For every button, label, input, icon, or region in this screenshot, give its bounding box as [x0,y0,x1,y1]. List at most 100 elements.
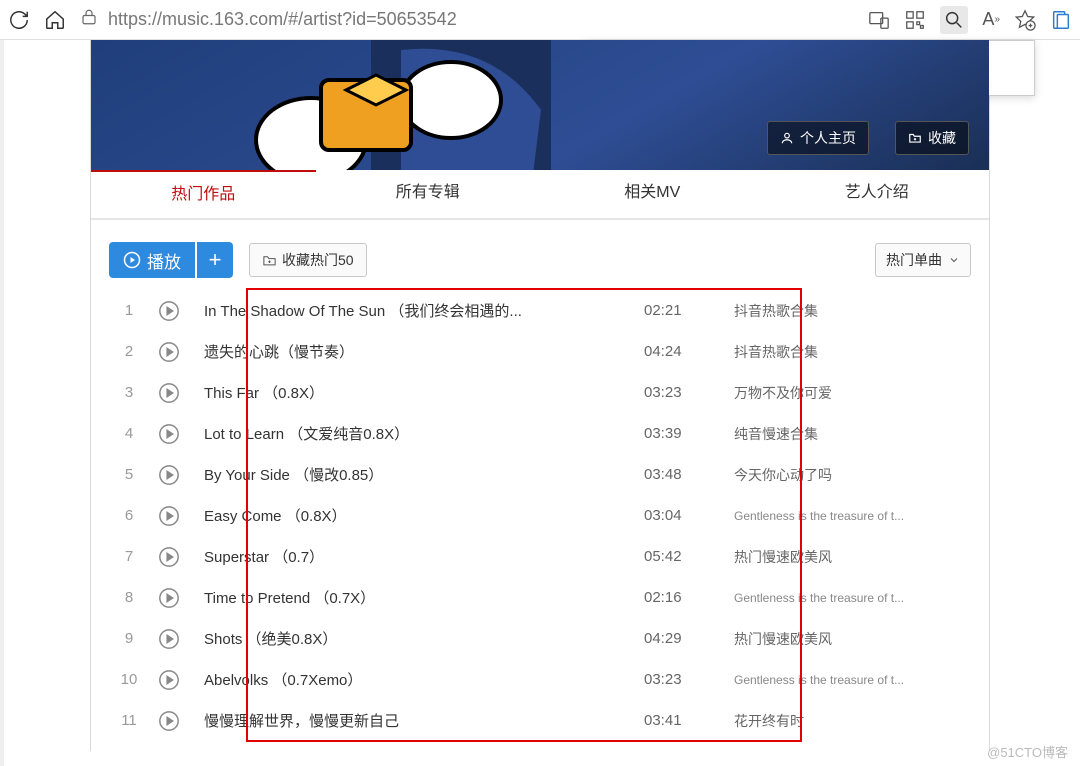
table-row[interactable]: 9Shots （绝美0.8X）04:29热门慢速欧美风 [109,618,971,659]
row-play-button[interactable] [149,505,189,527]
song-title[interactable]: Lot to Learn （文爱纯音0.8X） [189,423,604,444]
tab-popular[interactable]: 热门作品 [91,169,316,218]
table-row[interactable]: 5 By Your Side （慢改0.85）03:48今天你心动了吗 [109,454,971,495]
row-play-button[interactable] [149,423,189,445]
song-album[interactable]: 万物不及你可爱 [714,383,971,403]
row-play-button[interactable] [149,628,189,650]
person-icon [780,131,794,145]
song-title[interactable]: 慢慢理解世界，慢慢更新自己 [189,710,604,731]
song-title[interactable]: By Your Side （慢改0.85） [189,464,604,485]
song-title[interactable]: Abelvolks （0.7Xemo） [189,669,604,690]
play-circle-icon [158,628,180,650]
play-all-button[interactable]: 播放 [109,242,195,278]
qr-icon[interactable] [904,9,926,31]
browser-toolbar: https://music.163.com/#/artist?id=506535… [0,0,1080,40]
collect-hot-button[interactable]: 收藏热门50 [249,243,367,277]
song-album[interactable]: 抖音热歌合集 [714,342,971,362]
address-bar[interactable]: https://music.163.com/#/artist?id=506535… [80,8,854,31]
tab-intro[interactable]: 艺人介绍 [765,170,990,218]
row-play-button[interactable] [149,464,189,486]
tab-albums[interactable]: 所有专辑 [316,170,541,218]
refresh-icon[interactable] [8,9,30,31]
artist-main: 个人主页 收藏 热门作品 所有专辑 相关MV 艺人介绍 播放 + 收藏热门50 [90,40,990,751]
left-strip [0,40,4,766]
homepage-button[interactable]: 个人主页 [767,121,869,155]
artist-tabs: 热门作品 所有专辑 相关MV 艺人介绍 [91,170,989,220]
favorite-label: 收藏 [928,128,956,148]
hot-single-dropdown[interactable]: 热门单曲 [875,243,971,277]
song-album[interactable]: Gentleness is the treasure of t... [714,591,971,605]
song-title[interactable]: This Far （0.8X） [189,382,604,403]
table-row[interactable]: 2遗失的心跳（慢节奏）04:24抖音热歌合集 [109,331,971,372]
song-duration: 03:23 [604,384,714,401]
row-index: 6 [109,507,149,524]
song-title[interactable]: 遗失的心跳（慢节奏） [189,341,604,362]
song-album[interactable]: 今天你心动了吗 [714,465,971,485]
song-album[interactable]: 花开终有时 [714,711,971,731]
read-aloud-icon[interactable]: A» [982,9,1000,30]
row-index: 7 [109,548,149,565]
play-circle-icon [158,669,180,691]
song-duration: 04:29 [604,630,714,647]
play-circle-icon [158,423,180,445]
row-index: 4 [109,425,149,442]
song-album[interactable]: 热门慢速欧美风 [714,547,971,567]
song-title[interactable]: Shots （绝美0.8X） [189,628,604,649]
song-duration: 03:48 [604,466,714,483]
song-album[interactable]: 纯音慢速合集 [714,424,971,444]
song-duration: 03:23 [604,671,714,688]
play-circle-icon [158,710,180,732]
add-to-playlist-button[interactable]: + [197,242,233,278]
table-row[interactable]: 10Abelvolks （0.7Xemo）03:23Gentleness is … [109,659,971,700]
artist-banner: 个人主页 收藏 [91,40,989,170]
site-info-icon[interactable] [80,8,98,31]
row-play-button[interactable] [149,382,189,404]
search-page-icon[interactable] [940,6,968,34]
row-index: 1 [109,302,149,319]
table-row[interactable]: 6 Easy Come （0.8X）03:04Gentleness is the … [109,495,971,536]
responsive-icon[interactable] [868,9,890,31]
chevron-down-icon [948,254,960,266]
table-row[interactable]: 11慢慢理解世界，慢慢更新自己03:41花开终有时 [109,700,971,741]
song-duration: 03:41 [604,712,714,729]
play-icon [123,251,141,269]
song-duration: 05:42 [604,548,714,565]
song-title[interactable]: Superstar （0.7） [189,546,604,567]
row-play-button[interactable] [149,546,189,568]
song-album[interactable]: Gentleness is the treasure of t... [714,673,971,687]
tab-mv[interactable]: 相关MV [540,170,765,218]
table-row[interactable]: 8Time to Pretend （0.7X）02:16Gentleness i… [109,577,971,618]
song-album[interactable]: Gentleness is the treasure of t... [714,509,971,523]
home-icon[interactable] [44,9,66,31]
play-circle-icon [158,464,180,486]
song-title[interactable]: Easy Come （0.8X） [189,505,604,526]
play-label: 播放 [147,248,181,273]
url-text: https://music.163.com/#/artist?id=506535… [108,9,457,30]
favorite-icon[interactable] [1014,9,1036,31]
collect-label: 收藏热门50 [282,250,354,270]
play-circle-icon [158,300,180,322]
song-duration: 03:04 [604,507,714,524]
play-circle-icon [158,505,180,527]
table-row[interactable]: 3This Far （0.8X）03:23万物不及你可爱 [109,372,971,413]
song-title[interactable]: Time to Pretend （0.7X） [189,587,604,608]
favorite-button[interactable]: 收藏 [895,121,969,155]
song-album[interactable]: 抖音热歌合集 [714,301,971,321]
row-index: 2 [109,343,149,360]
folder-add-icon [262,253,277,268]
banner-art [191,40,611,170]
table-row[interactable]: 1In The Shadow Of The Sun （我们终会相遇的...02:… [109,290,971,331]
hot-single-label: 热门单曲 [886,250,942,270]
song-title[interactable]: In The Shadow Of The Sun （我们终会相遇的... [189,300,604,321]
row-play-button[interactable] [149,300,189,322]
song-duration: 03:39 [604,425,714,442]
row-play-button[interactable] [149,341,189,363]
row-play-button[interactable] [149,587,189,609]
table-row[interactable]: 4 Lot to Learn （文爱纯音0.8X）03:39纯音慢速合集 [109,413,971,454]
collections-icon[interactable] [1050,9,1072,31]
table-row[interactable]: 7 Superstar （0.7）05:42热门慢速欧美风 [109,536,971,577]
row-index: 5 [109,466,149,483]
row-play-button[interactable] [149,710,189,732]
song-album[interactable]: 热门慢速欧美风 [714,629,971,649]
row-play-button[interactable] [149,669,189,691]
